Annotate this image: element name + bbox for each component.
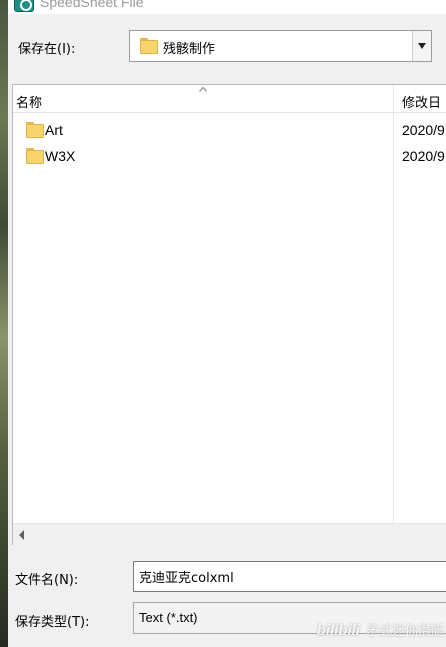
- sort-ascending-icon: [199, 86, 207, 92]
- column-header-name-label: 名称: [16, 96, 43, 111]
- file-name-label: 文件名(N):: [15, 573, 79, 588]
- scroll-left-icon[interactable]: [19, 530, 24, 540]
- item-date: 2020/9: [402, 122, 445, 138]
- list-item[interactable]: W3X 2020/9: [13, 144, 446, 168]
- save-in-label: 保存在(I):: [18, 42, 76, 57]
- title-bar: SpeedSheet File: [8, 0, 446, 14]
- file-type-label: 保存类型(T):: [15, 615, 90, 630]
- horizontal-scrollbar[interactable]: [13, 523, 446, 545]
- column-header-row: 名称 修改日: [13, 85, 446, 113]
- folder-icon: [26, 148, 44, 164]
- watermark-logo: bilibili: [316, 622, 360, 639]
- item-name: Art: [45, 122, 63, 138]
- item-name: W3X: [45, 148, 76, 164]
- item-date: 2020/9: [402, 148, 445, 164]
- window-title: SpeedSheet File: [40, 0, 144, 10]
- chevron-down-icon[interactable]: [412, 31, 431, 61]
- column-header-name[interactable]: 名称: [13, 85, 391, 113]
- file-list[interactable]: 名称 修改日 Art 2020/9 W3X 2020/9: [12, 84, 446, 545]
- column-header-date[interactable]: 修改日: [402, 92, 441, 111]
- save-file-dialog: SpeedSheet File 保存在(I): 残骸制作 名称 修改日 Art …: [8, 0, 446, 647]
- file-name-input[interactable]: [133, 561, 446, 592]
- list-item[interactable]: Art 2020/9: [13, 118, 446, 142]
- folder-icon: [140, 38, 158, 54]
- watermark-text: 矛式迷你潜艇: [365, 624, 444, 639]
- app-icon: [14, 0, 34, 12]
- watermark: bilibili 矛式迷你潜艇: [317, 620, 444, 639]
- save-in-value: 残骸制作: [163, 42, 216, 57]
- save-in-dropdown[interactable]: 残骸制作: [129, 30, 432, 62]
- folder-icon: [26, 122, 44, 138]
- file-type-value: Text (*.txt): [139, 610, 198, 625]
